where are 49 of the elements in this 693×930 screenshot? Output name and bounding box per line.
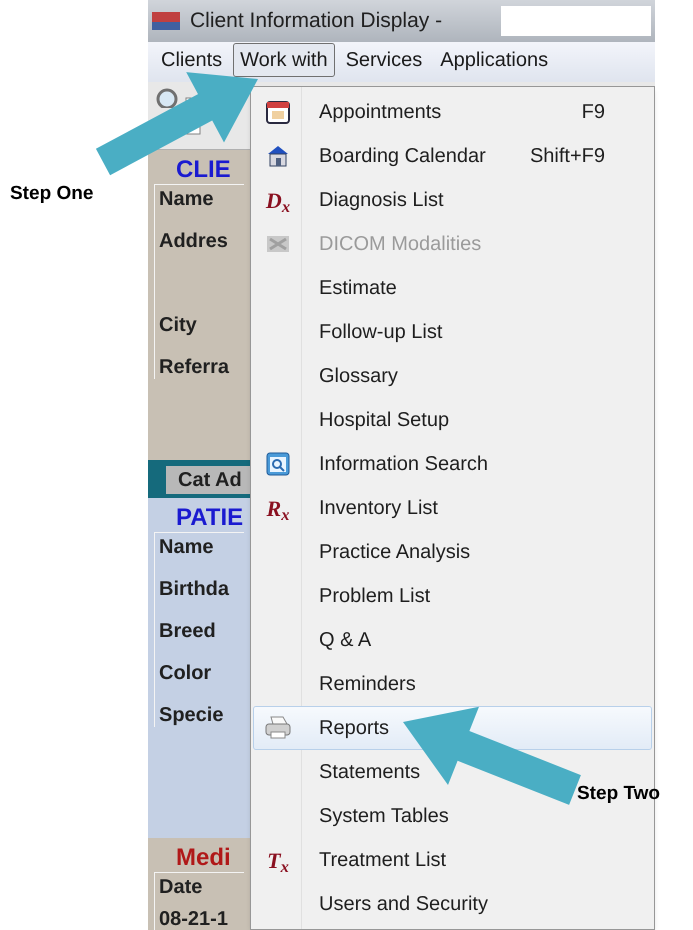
group-title: PATIE bbox=[175, 504, 244, 532]
field-label: Breed bbox=[159, 619, 217, 643]
field-label: Birthda bbox=[159, 577, 230, 601]
field-label: Specie bbox=[159, 703, 224, 727]
menu-item[interactable]: Hospital Setup bbox=[253, 398, 458, 442]
menu-item[interactable]: Boarding Calendar Shift+F9 bbox=[253, 134, 652, 178]
menu-bar-item[interactable]: Clients bbox=[154, 43, 230, 77]
menu-item[interactable]: Q & A bbox=[253, 618, 380, 662]
search-icon bbox=[265, 451, 291, 477]
calendar-icon bbox=[265, 99, 291, 125]
group-title: Medi bbox=[175, 844, 232, 872]
menu-item[interactable]: Glossary bbox=[253, 354, 407, 398]
field-label: 08-21-1 bbox=[159, 907, 229, 930]
field-label: Referra bbox=[159, 355, 230, 379]
field-label: Name bbox=[159, 187, 214, 211]
field-label: City bbox=[159, 313, 198, 337]
shortcut-text: F9 bbox=[582, 100, 606, 125]
field-label: Date bbox=[159, 875, 204, 899]
menu-item[interactable]: Statements bbox=[253, 750, 430, 794]
menu-item[interactable]: Information Search bbox=[253, 442, 497, 486]
app-logo-icon bbox=[152, 10, 180, 32]
menu-bar-item[interactable]: Services bbox=[338, 43, 430, 77]
shortcut-text: Shift+F9 bbox=[530, 144, 606, 169]
badge-icon: R$_{x}$ bbox=[266, 492, 290, 524]
annotation-label: Step Two bbox=[577, 782, 660, 806]
dicom-icon bbox=[266, 234, 290, 254]
badge-icon: T$_{x}$ bbox=[267, 844, 289, 876]
menu-item[interactable]: T$_{x}$ Treatment List bbox=[253, 838, 456, 882]
badge-icon: D$_{x}$ bbox=[266, 184, 290, 216]
menu-bar-item[interactable]: Applications bbox=[433, 43, 556, 77]
menu-item[interactable]: Problem List bbox=[253, 574, 440, 618]
menu-item[interactable]: Practice Analysis bbox=[253, 530, 480, 574]
field-label: Color bbox=[159, 661, 212, 685]
printer-icon bbox=[263, 715, 293, 741]
menu-item[interactable]: System Tables bbox=[253, 794, 458, 838]
menu-bar-item[interactable]: Work with bbox=[233, 43, 335, 77]
menu-item[interactable]: Follow-up List bbox=[253, 310, 452, 354]
menu-item[interactable]: Users and Security bbox=[253, 882, 497, 926]
menu-item[interactable]: Reminders bbox=[253, 662, 425, 706]
menu-item[interactable]: R$_{x}$ Inventory List bbox=[253, 486, 447, 530]
magnifier-icon bbox=[156, 88, 178, 108]
annotation-label: Step One bbox=[10, 182, 94, 206]
window-title: Client Information Display - bbox=[190, 8, 442, 34]
field-label: Name bbox=[159, 535, 214, 559]
group-title: CLIE bbox=[175, 156, 232, 184]
menu-item[interactable]: Appointments F9 bbox=[253, 90, 652, 134]
menu-item[interactable]: D$_{x}$ Diagnosis List bbox=[253, 178, 453, 222]
menu-item[interactable]: Estimate bbox=[253, 266, 406, 310]
field-label: Addres bbox=[159, 229, 229, 253]
